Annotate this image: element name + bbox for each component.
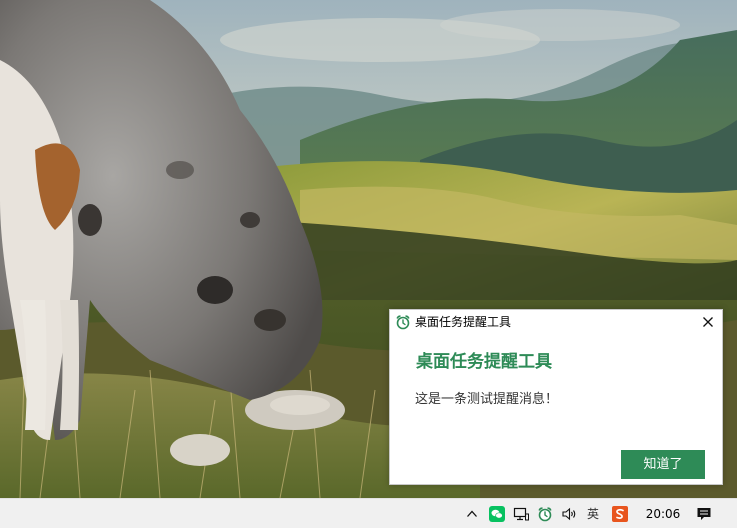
notification-center-icon[interactable] (695, 505, 713, 523)
alarm-clock-icon[interactable] (536, 505, 554, 523)
acknowledge-button[interactable]: 知道了 (621, 450, 705, 479)
taskbar: 英 20:06 (0, 498, 737, 528)
notification-message: 这是一条测试提醒消息！ (415, 392, 559, 407)
notification-titlebar: 桌面任务提醒工具 (390, 310, 722, 334)
alarm-clock-icon (395, 314, 411, 330)
notification-heading: 桌面任务提醒工具 (416, 352, 552, 372)
taskbar-clock[interactable]: 20:06 (645, 505, 681, 523)
wechat-icon[interactable] (488, 505, 506, 523)
ime-icon[interactable]: 英 (584, 505, 602, 523)
volume-icon[interactable] (560, 505, 578, 523)
chevron-up-icon[interactable] (464, 505, 480, 523)
reminder-notification-window: 桌面任务提醒工具 桌面任务提醒工具 这是一条测试提醒消息！ 知道了 (389, 309, 723, 485)
network-icon[interactable] (512, 505, 530, 523)
close-icon[interactable] (700, 314, 716, 330)
sogou-input-icon[interactable] (611, 505, 629, 523)
notification-app-title: 桌面任务提醒工具 (415, 315, 512, 329)
